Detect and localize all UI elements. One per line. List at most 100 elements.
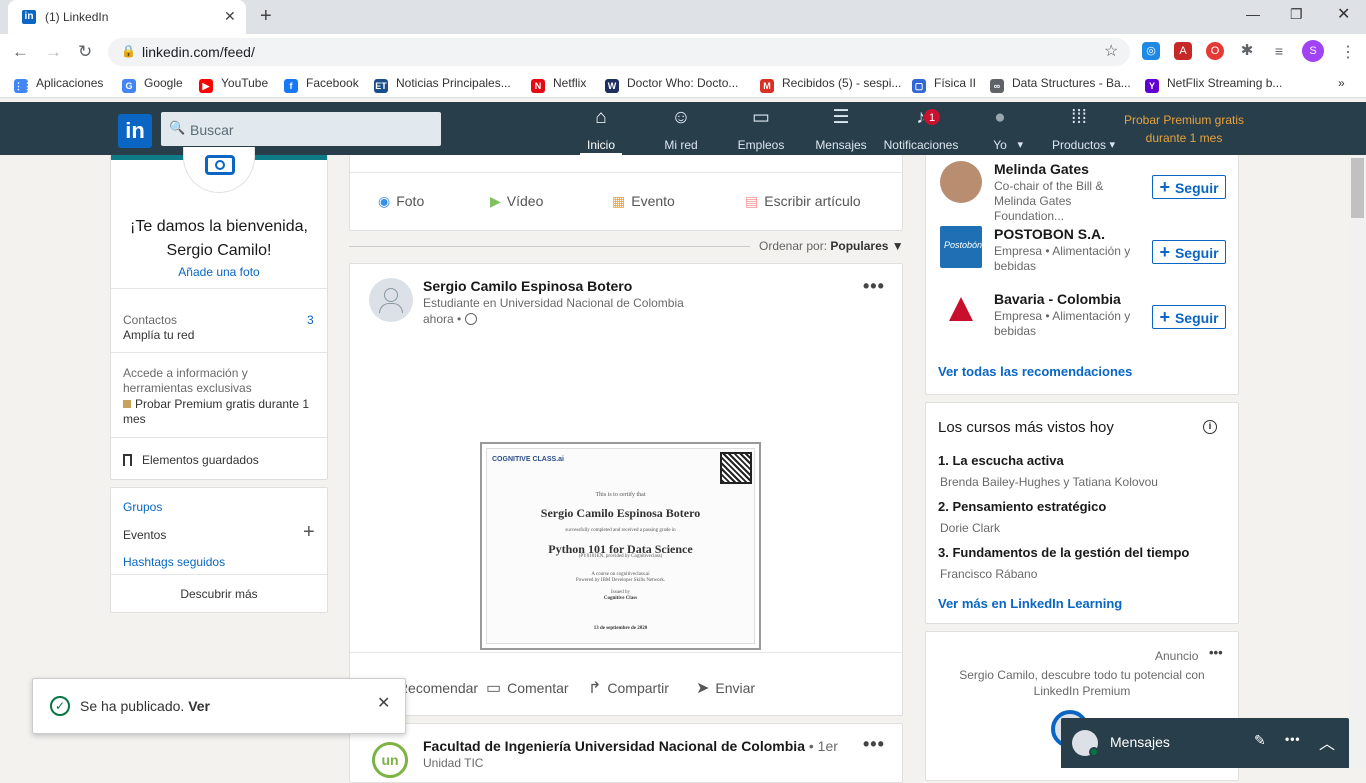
recommendation-description: Empresa • Alimentación y bebidas — [994, 244, 1131, 273]
post-action-compartir[interactable]: ↱ Compartir — [588, 678, 669, 698]
photo-button[interactable]: ◉ Foto — [378, 193, 424, 210]
contacts-label[interactable]: Contactos — [123, 313, 177, 327]
premium-trial-link[interactable]: Probar Premium gratis durante 1 mes — [1118, 111, 1250, 147]
search-input[interactable]: 🔍 Buscar — [161, 112, 441, 146]
course-title[interactable]: 3. Fundamentos de la gestión del tiempo — [938, 545, 1189, 560]
window-close-icon[interactable]: ✕ — [1337, 4, 1350, 24]
netflix-icon: N — [531, 79, 545, 93]
linkedin-learning-link[interactable]: Ver más en LinkedIn Learning — [938, 596, 1122, 611]
recommendation-logo[interactable] — [940, 291, 982, 333]
nav-label: Productos — [1051, 138, 1107, 152]
bookmark-10[interactable]: ∞ Data Structures - Ba... — [990, 76, 1131, 93]
close-tab-icon[interactable]: ✕ — [224, 8, 236, 25]
see-all-recommendations-link[interactable]: Ver todas las recomendaciones — [938, 364, 1132, 379]
pdf-extension-icon[interactable]: A — [1174, 42, 1192, 60]
saved-items-link[interactable]: Elementos guardados — [123, 453, 259, 467]
bookmark-9[interactable]: ▢ Física II — [912, 76, 976, 93]
notification-badge: 1 — [923, 108, 941, 126]
messaging-bar[interactable]: Mensajes ✎ ••• ︿ — [1061, 718, 1349, 768]
bookmark-5[interactable]: ET Noticias Principales... — [374, 76, 511, 93]
reload-icon[interactable]: ↻ — [78, 42, 92, 62]
nav-mi-red[interactable]: ☺ Mi red — [652, 106, 710, 155]
groups-link[interactable]: Grupos — [123, 500, 162, 514]
follow-button[interactable]: + Seguir — [1152, 305, 1226, 329]
recommendation-name[interactable]: Melinda Gates — [994, 161, 1089, 177]
bookmark-6[interactable]: N Netflix — [531, 76, 586, 93]
write-article-button[interactable]: ▤ Escribir artículo — [745, 193, 861, 210]
contacts-count[interactable]: 3 — [307, 313, 314, 327]
bookmark-3[interactable]: ▶ YouTube — [199, 76, 268, 93]
browser-tab-bar: in (1) LinkedIn ✕ + — ❐ ✕ — [0, 0, 1366, 34]
sort-dropdown[interactable]: Ordenar por: Populares ▼ — [759, 239, 904, 253]
toast-close-icon[interactable]: ✕ — [377, 693, 390, 713]
info-icon[interactable]: i — [1203, 420, 1217, 434]
course-author: Francisco Rábano — [940, 567, 1038, 581]
next-post-author[interactable]: Facultad de Ingeniería Universidad Nacio… — [423, 738, 838, 754]
add-event-icon[interactable]: + — [303, 521, 315, 544]
messaging-more-icon[interactable]: ••• — [1285, 732, 1301, 746]
post-author-name[interactable]: Sergio Camilo Espinosa Botero — [423, 278, 632, 294]
maximize-icon[interactable]: ❐ — [1290, 6, 1303, 23]
puzzle-extensions-icon[interactable]: ✱ — [1238, 42, 1256, 60]
faculty-logo[interactable]: un — [372, 742, 408, 778]
opera-extension-icon[interactable]: O — [1206, 42, 1224, 60]
hashtags-link[interactable]: Hashtags seguidos — [123, 555, 225, 569]
back-icon[interactable]: ← — [12, 42, 29, 62]
recommendation-name[interactable]: POSTOBON S.A. — [994, 226, 1105, 242]
browser-tab[interactable]: in (1) LinkedIn ✕ — [8, 0, 246, 34]
compose-message-icon[interactable]: ✎ — [1254, 732, 1266, 749]
nav-productos[interactable]: ⁞⁞⁞ Productos ▾ — [1043, 106, 1115, 155]
chevron-up-icon[interactable]: ︿ — [1319, 730, 1335, 754]
bookmark-8[interactable]: M Recibidos (5) - sespi... — [760, 76, 901, 93]
more-bookmarks-icon[interactable]: » — [1338, 76, 1345, 90]
recommendation-logo[interactable]: Postobón — [940, 226, 982, 268]
address-bar[interactable]: 🔒 linkedin.com/feed/ ☆ — [108, 38, 1130, 66]
author-avatar[interactable] — [369, 278, 413, 322]
camera-icon — [205, 155, 235, 175]
bookmark-7[interactable]: W Doctor Who: Docto... — [605, 76, 738, 93]
profile-avatar[interactable]: S — [1302, 40, 1324, 62]
plus-icon: + — [1159, 242, 1175, 262]
scrollbar-thumb[interactable] — [1351, 158, 1364, 218]
minimize-icon[interactable]: — — [1246, 6, 1260, 22]
events-link[interactable]: Eventos — [123, 528, 166, 542]
event-button[interactable]: ▦ Evento — [612, 193, 675, 210]
follow-button[interactable]: + Seguir — [1152, 240, 1226, 264]
bookmark-4[interactable]: f Facebook — [284, 76, 359, 93]
bookmark-11[interactable]: Y NetFlix Streaming b... — [1145, 76, 1282, 93]
forward-icon[interactable]: → — [45, 42, 62, 62]
recommendation-logo[interactable] — [940, 161, 982, 203]
premium-try-link[interactable]: Probar Premium gratis durante 1 mes — [123, 397, 323, 427]
linkedin-logo-icon[interactable]: in — [118, 114, 152, 148]
nav-inicio[interactable]: ⌂ Inicio — [580, 106, 622, 155]
course-title[interactable]: 2. Pensamiento estratégico — [938, 499, 1106, 514]
video-button[interactable]: ▶ Vídeo — [490, 193, 543, 210]
extension-icon[interactable]: ◎ — [1142, 42, 1160, 60]
new-tab-icon[interactable]: + — [260, 5, 272, 28]
nav-mensajes[interactable]: ☰ Mensajes — [810, 106, 872, 155]
menu-kebab-icon[interactable]: ⋮ — [1340, 42, 1356, 62]
add-photo-link[interactable]: Añade una foto — [111, 265, 327, 279]
course-title[interactable]: 1. La escucha activa — [938, 453, 1064, 468]
saved-items-label: Elementos guardados — [142, 453, 259, 467]
post-action-comentar[interactable]: ▭ Comentar — [486, 678, 569, 698]
media-queue-icon[interactable]: ≡ — [1270, 42, 1288, 60]
bookmark-star-icon[interactable]: ☆ — [1104, 41, 1118, 61]
follow-button[interactable]: + Seguir — [1152, 175, 1226, 199]
next-post-more-icon[interactable]: ••• — [863, 734, 885, 755]
toast-view-link[interactable]: Ver — [188, 698, 210, 714]
bookmark-2[interactable]: G Google — [122, 76, 183, 93]
grow-network-link[interactable]: Amplía tu red — [123, 328, 194, 342]
nav-yo[interactable]: ● Yo ▾ — [977, 106, 1023, 155]
recommendation-name[interactable]: Bavaria - Colombia — [994, 291, 1121, 307]
profile-photo-placeholder[interactable] — [183, 147, 255, 193]
discover-more-button[interactable]: Descubrir más — [111, 587, 327, 601]
nav-empleos[interactable]: ▭ Empleos — [729, 106, 793, 155]
post-action-enviar[interactable]: ➤ Enviar — [696, 678, 755, 698]
ad-more-icon[interactable]: ••• — [1209, 645, 1223, 660]
post-more-options-icon[interactable]: ••• — [863, 276, 885, 297]
certificate-image[interactable]: COGNITIVE CLASS.ai This is to certify th… — [480, 442, 761, 650]
nav-notificaciones[interactable]: ♪ Notificaciones 1 — [880, 106, 962, 155]
bookmark-1[interactable]: ⋮⋮ Aplicaciones — [14, 76, 103, 93]
page-scrollbar[interactable] — [1349, 155, 1366, 768]
